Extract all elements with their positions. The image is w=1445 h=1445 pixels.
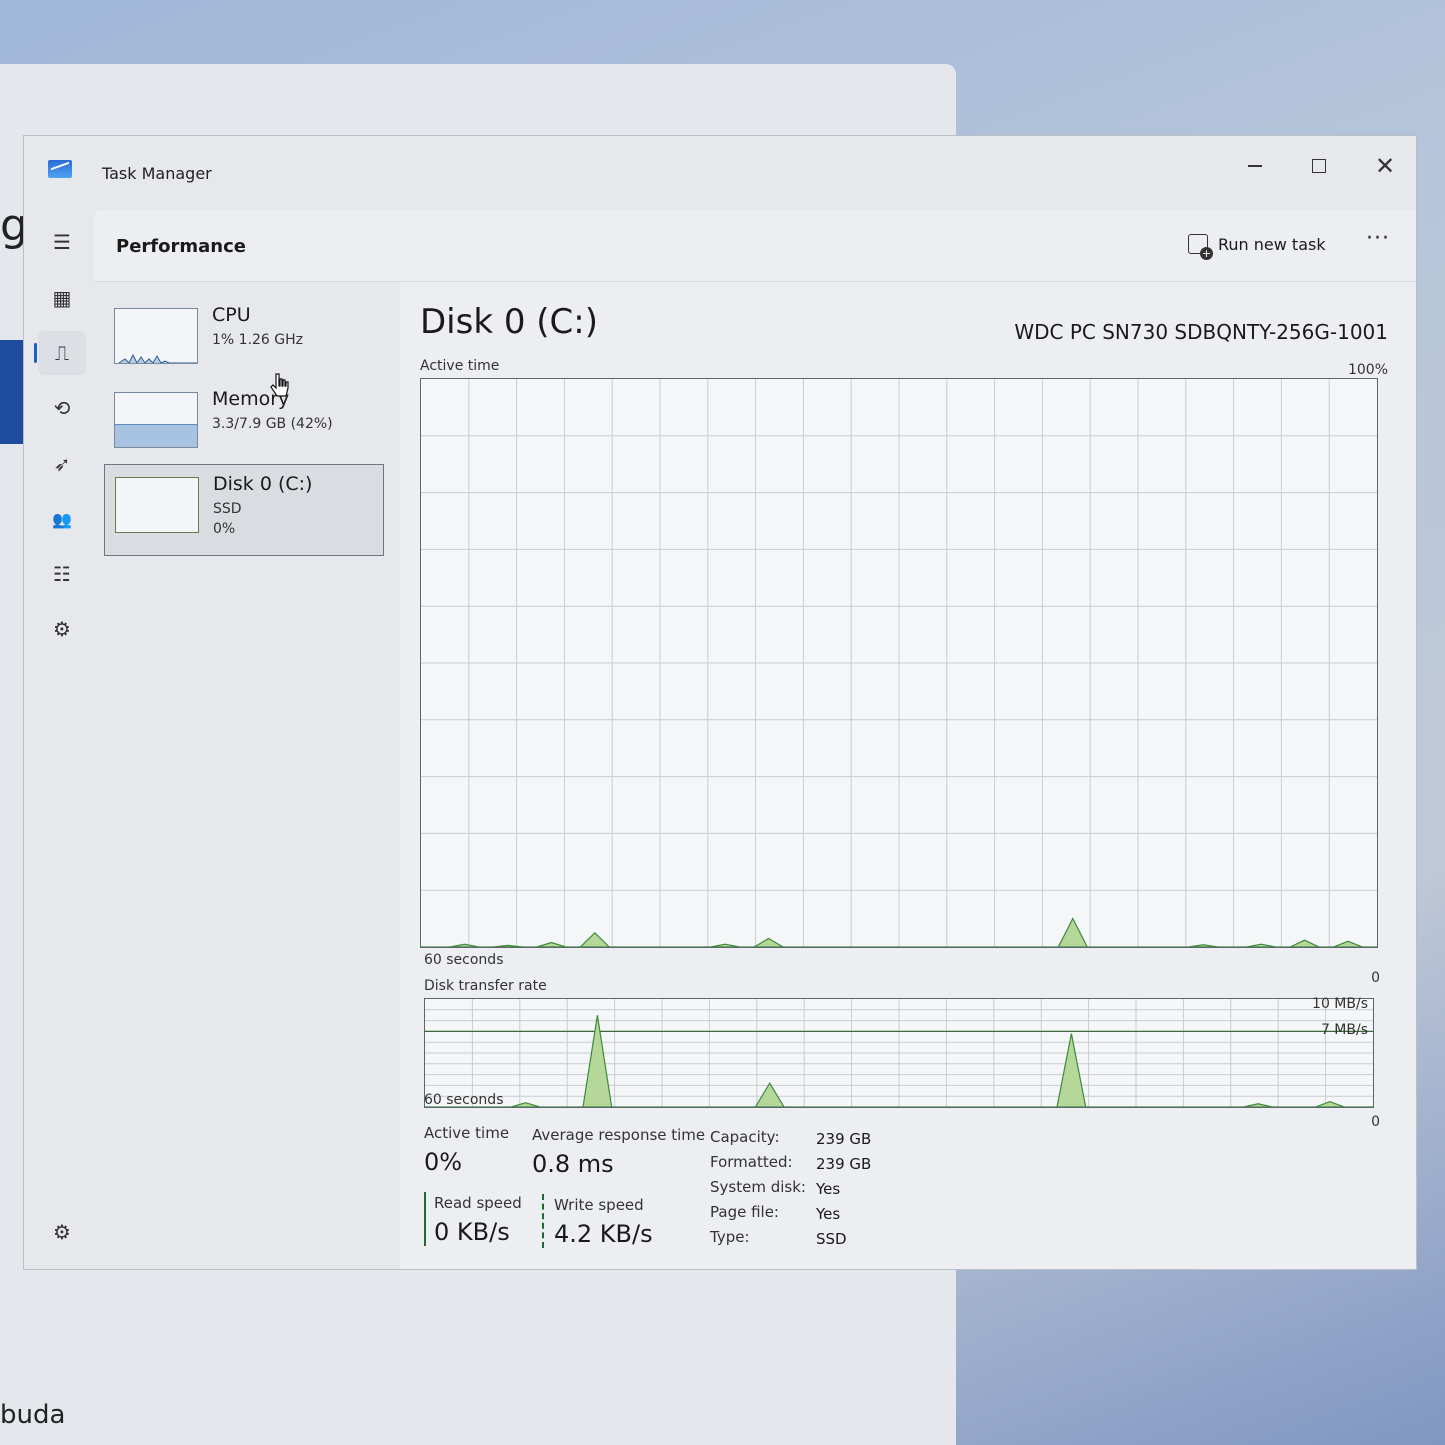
maximize-icon [1312,159,1326,173]
device-item-disk-0[interactable]: Disk 0 (C:) SSD 0% [104,464,384,556]
minimize-button[interactable] [1232,146,1278,186]
transfer-rate-graph-label: Disk transfer rate [424,978,547,994]
active-time-graph-svg [421,379,1377,947]
transfer-rate-ref-label: 7 MB/s [1320,1022,1368,1038]
write-speed-indicator [542,1194,544,1248]
startup-apps-icon[interactable]: ➶ [38,442,86,486]
memory-fill-bar [115,424,197,447]
active-time-graph [420,378,1378,948]
active-time-x-label: 60 seconds [424,952,504,968]
settings-icon[interactable]: ⚙ [38,1210,86,1254]
type-label: Type: [710,1228,750,1246]
device-usage: 0% [213,521,236,537]
active-time-min-label: 0 [1371,970,1380,986]
formatted-value: 239 GB [816,1155,872,1173]
read-speed-value: 0 KB/s [434,1218,510,1246]
minimize-icon [1248,165,1262,167]
formatted-label: Formatted: [710,1153,793,1171]
device-item-memory[interactable]: Memory 3.3/7.9 GB (42%) [104,380,384,472]
active-time-stat-label: Active time [424,1124,510,1142]
maximize-button[interactable] [1296,146,1342,186]
disk-thumbnail-graph [115,477,199,533]
system-disk-value: Yes [816,1180,841,1198]
device-list: CPU 1% 1.26 GHz Memory 3.3/7.9 GB (42%) … [94,282,400,1269]
details-icon[interactable]: ☷ [38,552,86,596]
device-usage: 1% 1.26 GHz [212,332,304,348]
memory-thumbnail-graph [114,392,198,448]
services-icon[interactable]: ⚙ [38,607,86,651]
avg-response-label: Average response time [532,1126,706,1144]
page-title: Performance [116,236,246,257]
active-time-max-label: 100% [1347,362,1388,378]
users-icon[interactable]: 👥 [38,497,86,541]
read-speed-label: Read speed [434,1194,522,1212]
run-new-task-button[interactable]: Run new task [1188,234,1326,260]
hand-cursor-icon [270,373,289,397]
system-disk-label: System disk: [710,1178,806,1196]
performance-icon[interactable]: ⎍ [34,331,86,375]
run-new-task-icon [1188,234,1213,260]
window-title: Task Manager [102,164,212,183]
device-item-cpu[interactable]: CPU 1% 1.26 GHz [104,296,384,388]
app-history-icon[interactable]: ⟲ [38,386,86,430]
main-panel: Performance Run new task ··· CPU 1% 1.26… [94,210,1416,1269]
capacity-label: Capacity: [710,1128,780,1146]
transfer-rate-min-label: 0 [1371,1114,1380,1130]
transfer-rate-max-label: 10 MB/s [1312,996,1368,1012]
active-time-stat-value: 0% [424,1148,463,1176]
close-button[interactable]: ✕ [1362,146,1408,186]
device-name: Disk 0 (C:) [213,473,313,495]
transfer-rate-graph [424,998,1374,1108]
disk-title: Disk 0 (C:) [420,302,599,342]
avg-response-value: 0.8 ms [532,1150,614,1178]
page-header: Performance Run new task ··· [94,210,1416,282]
page-file-value: Yes [816,1205,841,1223]
background-bottom-text: buda [0,1400,66,1430]
read-speed-indicator [424,1192,426,1246]
write-speed-label: Write speed [554,1196,644,1214]
page-file-label: Page file: [710,1203,779,1221]
task-manager-app-icon [48,160,72,178]
device-type: SSD [213,501,242,517]
device-usage: 3.3/7.9 GB (42%) [212,416,333,432]
disk-model: WDC PC SN730 SDBQNTY-256G-1001 [1014,320,1388,344]
write-speed-value: 4.2 KB/s [554,1220,653,1248]
navigation-rail: ☰ ▦ ⎍ ⟲ ➶ 👥 ☷ ⚙ ⚙ [24,210,94,1271]
capacity-value: 239 GB [816,1130,872,1148]
disk-details-panel: Disk 0 (C:) WDC PC SN730 SDBQNTY-256G-10… [400,282,1416,1269]
type-value: SSD [816,1230,847,1248]
transfer-rate-x-label: 60 seconds [424,1092,504,1108]
cpu-thumbnail-svg [118,353,197,363]
cpu-thumbnail-graph [114,308,198,364]
title-bar[interactable]: Task Manager ✕ [24,136,1416,210]
transfer-rate-graph-svg [425,999,1373,1107]
processes-icon[interactable]: ▦ [38,276,86,320]
more-options-button[interactable]: ··· [1366,226,1390,251]
task-manager-window: Task Manager ✕ ☰ ▦ ⎍ ⟲ ➶ 👥 ☷ ⚙ ⚙ Perform… [23,135,1417,1270]
menu-icon[interactable]: ☰ [38,220,86,264]
close-icon: ✕ [1374,152,1396,180]
active-time-graph-label: Active time [420,358,500,374]
device-name: CPU [212,304,251,326]
run-new-task-label: Run new task [1218,234,1326,254]
